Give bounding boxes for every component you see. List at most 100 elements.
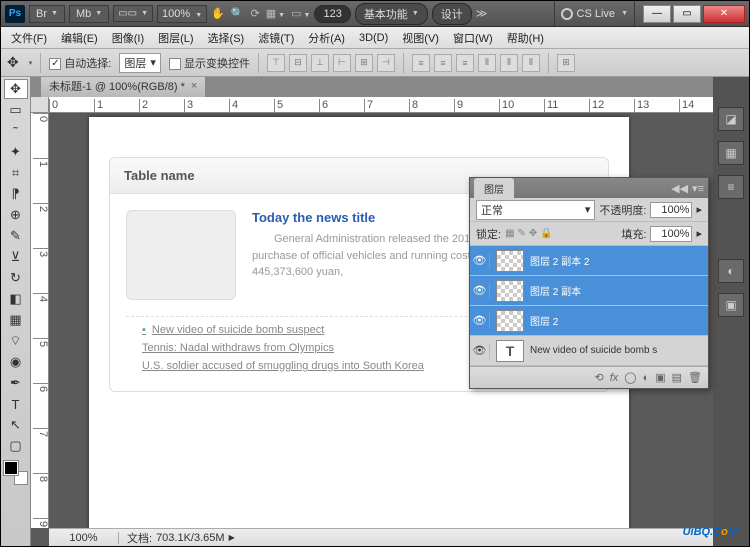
group-icon[interactable]: ▣: [655, 371, 665, 384]
blur-tool[interactable]: ⌔: [4, 331, 28, 351]
align-left-icon[interactable]: ⊢: [333, 54, 351, 72]
menu-select[interactable]: 选择(S): [202, 28, 251, 48]
lock-transparency-icon[interactable]: ▦: [505, 228, 514, 239]
adjustments-panel-icon[interactable]: ◐: [718, 259, 744, 283]
menu-window[interactable]: 窗口(W): [447, 28, 499, 48]
history-brush-tool[interactable]: ↻: [4, 268, 28, 288]
lasso-tool[interactable]: ῀: [4, 121, 28, 141]
showtransform-checkbox[interactable]: 显示变换控件: [169, 55, 250, 71]
masks-panel-icon[interactable]: ▣: [718, 293, 744, 317]
close-button[interactable]: ✕: [703, 5, 745, 23]
menu-3d[interactable]: 3D(D): [353, 30, 394, 46]
visibility-icon[interactable]: 👁: [474, 283, 490, 299]
rotate-view-icon[interactable]: ⟳: [251, 7, 260, 20]
color-panel-icon[interactable]: ◪: [718, 107, 744, 131]
eyedropper-tool[interactable]: ⁋: [4, 184, 28, 204]
layer-row[interactable]: 👁图层 2 副本 2: [470, 246, 708, 276]
arrange-docs-icon[interactable]: ▦▼: [266, 7, 285, 20]
dist-top-icon[interactable]: ≡: [412, 54, 430, 72]
lock-pixels-icon[interactable]: ✎: [518, 228, 526, 239]
new-layer-icon[interactable]: ▤: [672, 371, 682, 384]
screen-mode-icon[interactable]: ▭▼: [291, 7, 310, 20]
pen-tool[interactable]: ✒: [4, 373, 28, 393]
align-bottom-icon[interactable]: ⊥: [311, 54, 329, 72]
dist-right-icon[interactable]: ⦀: [522, 54, 540, 72]
shape-tool[interactable]: ▢: [4, 436, 28, 456]
adjustment-layer-icon[interactable]: ◐: [643, 372, 650, 384]
hand-tool-icon[interactable]: ✋: [211, 7, 225, 20]
more-workspaces-icon[interactable]: ≫: [476, 7, 488, 20]
menu-view[interactable]: 视图(V): [396, 28, 445, 48]
fx-icon[interactable]: fx: [610, 372, 619, 384]
autoselect-target-select[interactable]: 图层▾: [119, 53, 161, 73]
zoom-tool-icon[interactable]: 🔍: [231, 7, 245, 20]
swatches-panel-icon[interactable]: ▦: [718, 141, 744, 165]
auto-align-icon[interactable]: ⊞: [557, 54, 575, 72]
link-layers-icon[interactable]: ⟲: [594, 371, 603, 384]
screen-mode-button[interactable]: ▭▭▼: [113, 5, 153, 22]
dodge-tool[interactable]: ◉: [4, 352, 28, 372]
dist-left-icon[interactable]: ⦀: [478, 54, 496, 72]
status-docsize[interactable]: 文档:703.1K/3.65M▶: [119, 530, 243, 546]
dist-vcenter-icon[interactable]: ≡: [434, 54, 452, 72]
blend-mode-select[interactable]: 正常▾: [476, 200, 595, 220]
delete-layer-icon[interactable]: 🗑: [688, 371, 702, 384]
fill-input[interactable]: 100%: [650, 226, 692, 242]
panel-menu-icon[interactable]: ▾≡: [692, 182, 704, 195]
layer-row[interactable]: 👁TNew video of suicide bomb s: [470, 336, 708, 366]
pill-design[interactable]: 设计: [432, 3, 472, 25]
type-tool[interactable]: T: [4, 394, 28, 414]
cslive-button[interactable]: CS Live▼: [554, 1, 635, 26]
zoom-select[interactable]: 100% ▼: [157, 5, 207, 23]
opacity-slider-icon[interactable]: ▸: [696, 203, 702, 216]
menu-help[interactable]: 帮助(H): [501, 28, 550, 48]
brush-tool[interactable]: ✎: [4, 226, 28, 246]
menu-layer[interactable]: 图层(L): [152, 28, 199, 48]
minimize-button[interactable]: —: [643, 5, 671, 23]
healing-tool[interactable]: ⊕: [4, 205, 28, 225]
status-zoom[interactable]: 100%: [49, 532, 119, 544]
gradient-tool[interactable]: ▦: [4, 310, 28, 330]
align-top-icon[interactable]: ⊤: [267, 54, 285, 72]
fill-slider-icon[interactable]: ▸: [696, 227, 702, 240]
visibility-icon[interactable]: 👁: [474, 313, 490, 329]
autoselect-checkbox[interactable]: 自动选择:: [49, 55, 111, 71]
opacity-input[interactable]: 100%: [650, 202, 692, 218]
layer-row[interactable]: 👁图层 2: [470, 306, 708, 336]
lock-position-icon[interactable]: ✥: [529, 228, 537, 239]
marquee-tool[interactable]: ▭: [4, 100, 28, 120]
minibridge-button[interactable]: Mb▼: [69, 5, 109, 23]
pill-basic[interactable]: 基本功能▼: [355, 3, 428, 25]
move-tool[interactable]: ✥: [4, 79, 28, 99]
dist-bottom-icon[interactable]: ≡: [456, 54, 474, 72]
menu-file[interactable]: 文件(F): [5, 28, 53, 48]
menu-edit[interactable]: 编辑(E): [55, 28, 104, 48]
pill-123[interactable]: 123: [314, 5, 350, 23]
align-vcenter-icon[interactable]: ⊟: [289, 54, 307, 72]
wand-tool[interactable]: ✦: [4, 142, 28, 162]
maximize-button[interactable]: ▭: [673, 5, 701, 23]
lock-all-icon[interactable]: 🔒: [540, 228, 552, 239]
close-tab-icon[interactable]: ×: [191, 80, 197, 92]
path-tool[interactable]: ↖: [4, 415, 28, 435]
menu-filter[interactable]: 滤镜(T): [252, 28, 300, 48]
align-hcenter-icon[interactable]: ⊞: [355, 54, 373, 72]
eraser-tool[interactable]: ◧: [4, 289, 28, 309]
mask-icon[interactable]: ◯: [624, 371, 636, 384]
visibility-icon[interactable]: 👁: [474, 343, 490, 359]
cslive-icon: [561, 8, 573, 20]
panel-collapse-icon[interactable]: ◀◀: [671, 182, 688, 195]
crop-tool[interactable]: ⌗: [4, 163, 28, 183]
color-swatches[interactable]: [4, 461, 28, 485]
visibility-icon[interactable]: 👁: [474, 253, 490, 269]
menu-image[interactable]: 图像(I): [106, 28, 150, 48]
layers-tab[interactable]: 图层: [474, 178, 514, 199]
styles-panel-icon[interactable]: ≡: [718, 175, 744, 199]
align-right-icon[interactable]: ⊣: [377, 54, 395, 72]
bridge-button[interactable]: Br▼: [29, 5, 65, 23]
layer-row[interactable]: 👁图层 2 副本: [470, 276, 708, 306]
dist-hcenter-icon[interactable]: ⦀: [500, 54, 518, 72]
document-tab[interactable]: 未标题-1 @ 100%(RGB/8) *×: [41, 77, 205, 97]
menu-analysis[interactable]: 分析(A): [302, 28, 351, 48]
stamp-tool[interactable]: ⊻: [4, 247, 28, 267]
